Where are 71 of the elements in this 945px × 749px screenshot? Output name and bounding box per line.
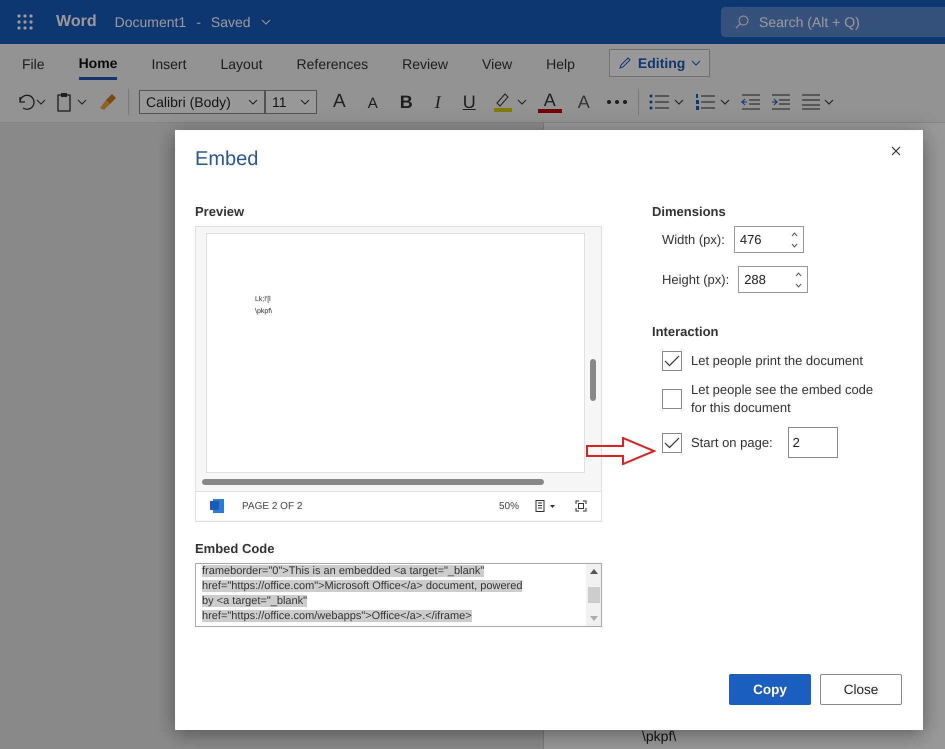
- clear-formatting-button[interactable]: A: [572, 92, 596, 112]
- pencil-icon: [618, 56, 632, 70]
- document-text: \pkpf\: [642, 728, 676, 744]
- section-label: Dimensions: [652, 204, 727, 219]
- increase-indent-icon[interactable]: [770, 93, 791, 111]
- ribbon-tab[interactable]: Review: [402, 48, 448, 78]
- numbered-list-icon[interactable]: [694, 93, 731, 111]
- close-icon[interactable]: [891, 146, 901, 156]
- italic-button[interactable]: I: [428, 92, 447, 112]
- document-title[interactable]: Document1: [114, 14, 186, 30]
- scrollbar-thumb[interactable]: [588, 587, 600, 603]
- copy-button[interactable]: Copy: [729, 674, 811, 705]
- bold-button[interactable]: B: [394, 92, 419, 112]
- highlighter-icon[interactable]: [492, 91, 528, 113]
- field-label: Height (px):: [662, 272, 730, 287]
- search-field[interactable]: Search (Alt + Q): [721, 7, 945, 37]
- word-logo-icon: [210, 499, 224, 513]
- chevron-down-icon[interactable]: [260, 19, 271, 25]
- title-separator: -: [196, 14, 201, 30]
- option-label: Let people see the embed code for this document: [691, 381, 874, 417]
- number-field[interactable]: 476: [734, 226, 804, 253]
- ribbon-tab[interactable]: View: [482, 48, 512, 78]
- chevron-down-icon: [300, 99, 310, 105]
- clipboard-icon[interactable]: [56, 92, 88, 112]
- checkbox[interactable]: [662, 351, 682, 371]
- font-size-dropdown[interactable]: 11: [265, 90, 317, 114]
- zoom-level: 50%: [498, 500, 519, 512]
- ribbon-tab[interactable]: References: [296, 48, 368, 78]
- underline-button[interactable]: U: [456, 92, 482, 112]
- field-label: Width (px):: [662, 232, 725, 247]
- bullet-list-icon[interactable]: [648, 93, 685, 111]
- close-button[interactable]: Close: [820, 674, 902, 705]
- checkbox[interactable]: [662, 389, 682, 409]
- grow-font-button[interactable]: A: [327, 91, 352, 113]
- fit-to-window-icon[interactable]: [575, 500, 587, 512]
- option-label: Start on page:: [691, 434, 773, 452]
- arrow-annotation: [586, 437, 656, 465]
- section-label: Preview: [195, 204, 246, 219]
- shrink-font-button[interactable]: A: [362, 92, 384, 112]
- checkbox[interactable]: [662, 432, 682, 452]
- font-dropdown[interactable]: Calibri (Body): [139, 90, 265, 114]
- app-name: Word: [56, 13, 97, 31]
- spinner-arrows-icon[interactable]: [790, 232, 798, 248]
- section-label: Embed Code: [195, 541, 276, 556]
- ribbon-tab[interactable]: Layout: [220, 48, 263, 78]
- editing-mode-button[interactable]: Editing: [608, 49, 710, 77]
- scrollbar-thumb[interactable]: [590, 359, 596, 401]
- embed-code-field[interactable]: frameborder="0">This is an embedded <a target="_blank" href="https://office.com">Microsoft Office</a> document, powered by <a target="_blank" href="https://office.com/webapps">Office</a>.</iframe>: [195, 563, 602, 627]
- align-icon[interactable]: [800, 93, 835, 111]
- option-label: Let people print the document: [691, 352, 864, 370]
- ribbon-tab[interactable]: Help: [546, 48, 575, 78]
- scroll-up-icon[interactable]: [590, 569, 598, 574]
- page-indicator: PAGE 2 OF 2: [242, 500, 302, 512]
- app-launcher-icon[interactable]: [16, 13, 34, 31]
- scrollbar-thumb[interactable]: [202, 479, 544, 485]
- spinner-arrows-icon[interactable]: [795, 272, 802, 288]
- page-number-field[interactable]: 2: [788, 427, 838, 458]
- chevron-down-icon: [691, 60, 702, 66]
- ribbon-tab[interactable]: File: [22, 48, 45, 78]
- save-status: Saved: [210, 14, 251, 30]
- format-painter-icon[interactable]: [98, 92, 118, 112]
- section-label: Interaction: [652, 324, 720, 339]
- search-icon: [735, 15, 749, 29]
- more-icon[interactable]: [606, 99, 628, 105]
- ribbon-tab[interactable]: Insert: [151, 48, 186, 78]
- dialog-title: Embed: [195, 148, 258, 171]
- number-field[interactable]: 288: [738, 266, 808, 293]
- page-view-icon[interactable]: [535, 500, 557, 512]
- font-color-button[interactable]: A: [538, 91, 562, 113]
- chevron-down-icon: [248, 99, 258, 105]
- decrease-indent-icon[interactable]: [740, 93, 761, 111]
